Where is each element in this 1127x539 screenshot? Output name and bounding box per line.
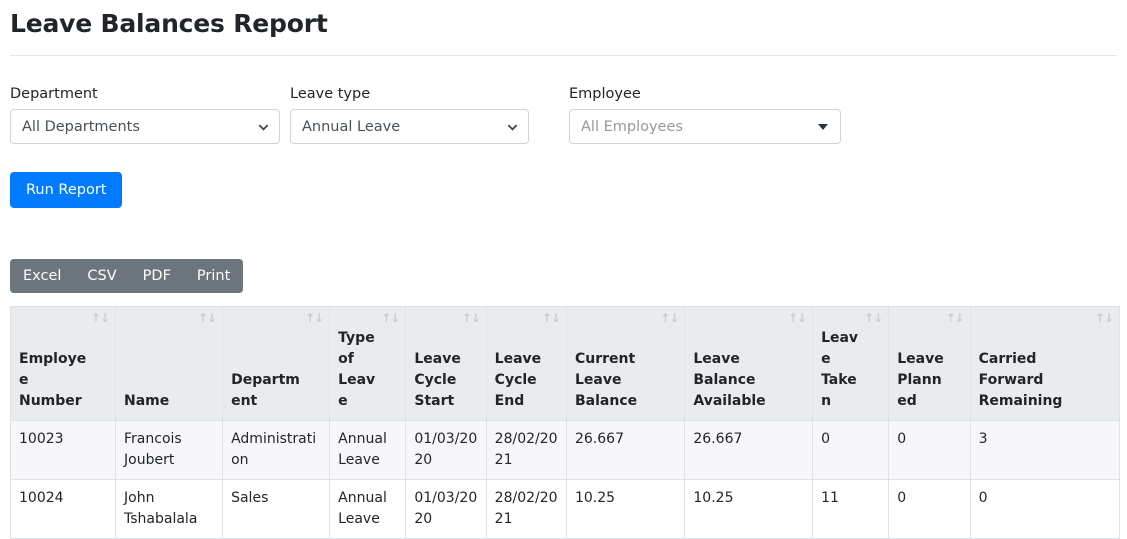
cell-type-of-leave: Annual Leave [329, 479, 407, 539]
filter-department: Department All Departments [10, 85, 280, 144]
chevron-down-icon [259, 123, 268, 132]
cell-leave-cycle-end: 28/02/2021 [485, 420, 567, 480]
cell-leave-balance-available: 10.25 [684, 479, 814, 539]
cell-type-of-leave: Annual Leave [329, 420, 407, 480]
leave-balances-table: ↑↓ Employee Number ↑↓ Name ↑↓ Department ↑↓… [9, 306, 1121, 539]
sort-icon[interactable]: ↑↓ [1095, 312, 1114, 324]
sort-icon[interactable]: ↑↓ [542, 312, 561, 324]
col-header-label: Leave Cycle Start [414, 351, 461, 409]
table-header: ↑↓ Employee Number ↑↓ Name ↑↓ Department ↑↓… [9, 306, 1121, 421]
cell-employee-number: 10024 [9, 479, 117, 539]
col-header-employee-number[interactable]: ↑↓ Employee Number [9, 306, 117, 421]
col-header-label: Employee Number [19, 351, 87, 409]
col-header-label: Department [231, 372, 300, 409]
cell-leave-cycle-start: 01/03/2020 [405, 479, 487, 539]
filter-employee: Employee All Employees [569, 85, 841, 144]
run-report-button[interactable]: Run Report [10, 172, 123, 208]
caret-down-icon [818, 123, 828, 130]
filter-leave-type: Leave type Annual Leave [290, 85, 529, 144]
cell-name: John Tshabalala [115, 479, 224, 539]
table-body: 10023 Francois Joubert Administration An… [9, 420, 1121, 539]
export-pdf-button[interactable]: PDF [130, 259, 184, 293]
cell-leave-planned: 0 [888, 420, 971, 480]
col-header-label: Name [124, 393, 170, 409]
col-header-leave-taken[interactable]: ↑↓ Leave Taken [812, 306, 890, 421]
employee-select-value: All Employees [581, 118, 683, 135]
col-header-leave-cycle-start[interactable]: ↑↓ Leave Cycle Start [405, 306, 487, 421]
table-header-row: ↑↓ Employee Number ↑↓ Name ↑↓ Department ↑↓… [9, 306, 1121, 421]
cell-employee-number: 10023 [9, 420, 117, 480]
col-header-label: Current Leave Balance [574, 351, 638, 409]
cell-leave-cycle-start: 01/03/2020 [405, 420, 487, 480]
cell-leave-taken: 11 [812, 479, 890, 539]
export-print-button[interactable]: Print [184, 259, 243, 293]
col-header-leave-planned[interactable]: ↑↓ Leave Planned [888, 306, 971, 421]
cell-leave-cycle-end: 28/02/2021 [485, 479, 567, 539]
sort-icon[interactable]: ↑↓ [788, 312, 807, 324]
col-header-label: Leave Taken [821, 330, 859, 409]
sort-icon[interactable]: ↑↓ [381, 312, 400, 324]
title-divider [10, 55, 1117, 56]
sort-icon[interactable]: ↑↓ [864, 312, 883, 324]
leave-balances-table-wrapper: ↑↓ Employee Number ↑↓ Name ↑↓ Department ↑↓… [9, 306, 1121, 539]
export-excel-button[interactable]: Excel [10, 259, 74, 293]
cell-name: Francois Joubert [115, 420, 224, 480]
export-button-group: Excel CSV PDF Print [10, 259, 244, 293]
sort-icon[interactable]: ↑↓ [660, 312, 679, 324]
sort-icon[interactable]: ↑↓ [945, 312, 964, 324]
cell-department: Sales [222, 479, 331, 539]
export-csv-button[interactable]: CSV [74, 259, 129, 293]
col-header-type-of-leave[interactable]: ↑↓ Type of Leave [329, 306, 407, 421]
department-select-value: All Departments [22, 118, 140, 135]
col-header-name[interactable]: ↑↓ Name [115, 306, 224, 421]
chevron-down-icon [508, 123, 517, 132]
page-title: Leave Balances Report [10, 9, 328, 38]
leave-type-select[interactable]: Annual Leave [290, 109, 529, 144]
col-header-label: Carried Forward Remaining [978, 351, 1063, 409]
cell-current-leave-balance: 26.667 [565, 420, 686, 480]
cell-leave-taken: 0 [812, 420, 890, 480]
table-row[interactable]: 10024 John Tshabalala Sales Annual Leave… [9, 479, 1121, 539]
col-header-label: Type of Leave [338, 330, 376, 409]
employee-select[interactable]: All Employees [569, 109, 841, 144]
cell-leave-planned: 0 [888, 479, 971, 539]
department-select[interactable]: All Departments [10, 109, 280, 144]
table-row[interactable]: 10023 Francois Joubert Administration An… [9, 420, 1121, 480]
sort-icon[interactable]: ↑↓ [198, 312, 217, 324]
col-header-carried-forward-remaining[interactable]: ↑↓ Carried Forward Remaining [969, 306, 1121, 421]
leave-type-select-value: Annual Leave [302, 118, 401, 135]
cell-leave-balance-available: 26.667 [684, 420, 814, 480]
leave-balances-report-page: Leave Balances Report Department All Dep… [0, 0, 1127, 539]
sort-icon[interactable]: ↑↓ [462, 312, 481, 324]
col-header-label: Leave Cycle End [494, 351, 542, 409]
cell-carried-forward-remaining: 3 [969, 420, 1121, 480]
filter-employee-label: Employee [569, 86, 641, 102]
col-header-leave-cycle-end[interactable]: ↑↓ Leave Cycle End [485, 306, 567, 421]
cell-department: Administration [222, 420, 331, 480]
sort-icon[interactable]: ↑↓ [91, 312, 110, 324]
col-header-department[interactable]: ↑↓ Department [222, 306, 331, 421]
col-header-label: Leave Planned [897, 351, 944, 409]
col-header-label: Leave Balance Available [693, 351, 766, 409]
filter-department-label: Department [10, 86, 98, 102]
col-header-current-leave-balance[interactable]: ↑↓ Current Leave Balance [565, 306, 686, 421]
col-header-leave-balance-available[interactable]: ↑↓ Leave Balance Available [684, 306, 814, 421]
filter-leave-type-label: Leave type [290, 86, 371, 102]
cell-carried-forward-remaining: 0 [969, 479, 1121, 539]
sort-icon[interactable]: ↑↓ [305, 312, 324, 324]
cell-current-leave-balance: 10.25 [565, 479, 686, 539]
